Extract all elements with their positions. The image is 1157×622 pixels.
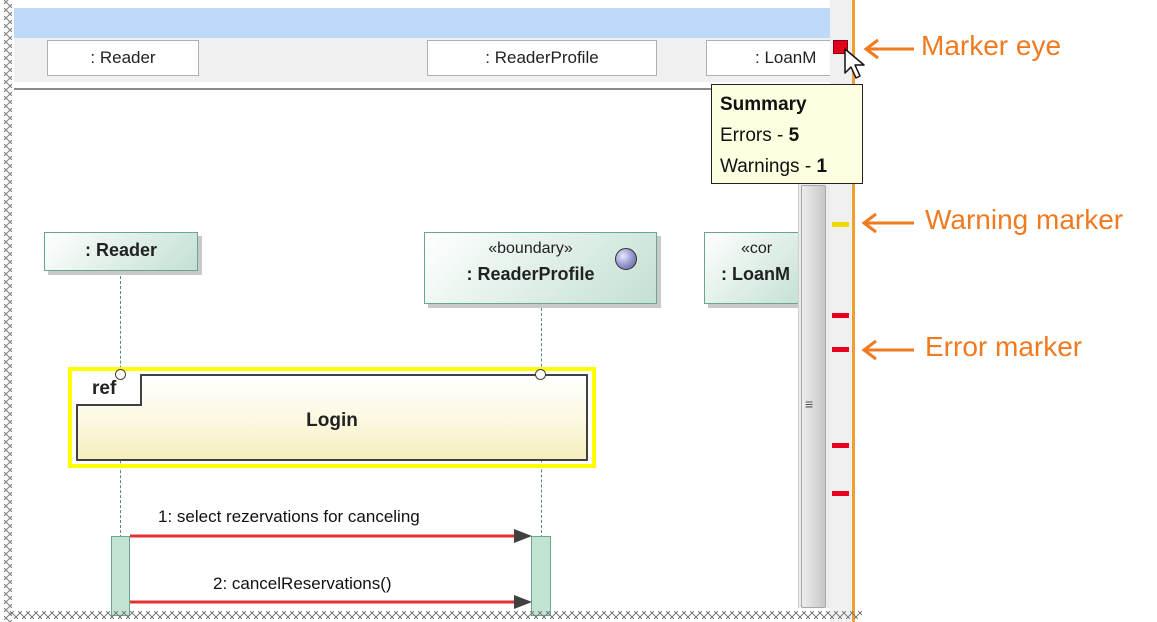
error-marker[interactable]: [832, 347, 849, 352]
warning-marker[interactable]: [832, 222, 849, 227]
error-marker[interactable]: [832, 443, 849, 448]
activation-readerprofile[interactable]: [531, 536, 551, 616]
tooltip-errors-label: Errors -: [720, 125, 789, 146]
torn-edge-bottom: [10, 608, 862, 622]
callout-arrow-warning-marker: [861, 212, 914, 234]
ref-frame-name: Login: [306, 410, 358, 431]
lifeline-reader-name: : Reader: [84, 240, 158, 260]
lifeline-loanmanager-name: : LoanM: [721, 264, 790, 284]
diagram-title-strip: [14, 8, 852, 38]
callout-warning-marker: Warning marker: [925, 204, 1124, 235]
header-box-readerprofile[interactable]: : ReaderProfile: [427, 40, 657, 76]
lifeline-loanmanager-head[interactable]: «cor : LoanM: [704, 232, 804, 304]
tooltip-title: Summary: [720, 94, 807, 115]
message-1-label: 1: select rezervations for canceling: [158, 507, 420, 526]
tooltip-warnings-label: Warnings -: [720, 156, 817, 177]
tooltip-warnings-row: Warnings - 1: [720, 151, 862, 182]
message-2-label: 2: cancelReservations(): [213, 574, 392, 593]
boundary-icon: [615, 248, 637, 270]
ref-covered-point-reader: [115, 369, 126, 380]
header-box-reader[interactable]: : Reader: [47, 40, 199, 76]
summary-tooltip: Summary Errors - 5 Warnings - 1: [711, 84, 863, 184]
ref-frame-tag: ref: [76, 374, 142, 406]
grip-lines-icon: ≡: [805, 396, 814, 412]
lifeline-loanmanager-stereotype: «cor: [741, 240, 773, 257]
ref-frame-login[interactable]: Login: [76, 374, 588, 461]
callout-error-marker: Error marker: [925, 331, 1083, 362]
callout-marker-eye: Marker eye: [921, 30, 1062, 61]
lifeline-reader-head[interactable]: : Reader: [44, 232, 198, 271]
error-marker[interactable]: [832, 491, 849, 496]
header-box-loanmanager[interactable]: : LoanM: [706, 40, 833, 76]
lifeline-readerprofile-head[interactable]: «boundary» : ReaderProfile: [424, 232, 657, 304]
tooltip-errors-row: Errors - 5: [720, 120, 862, 151]
callout-arrow-marker-eye: [863, 38, 914, 60]
ref-covered-point-readerprofile: [535, 369, 546, 380]
error-marker[interactable]: [832, 313, 849, 318]
callout-arrow-error-marker: [861, 339, 914, 361]
tooltip-warnings-count: 1: [816, 156, 828, 177]
message-1-arrow[interactable]: [128, 526, 534, 546]
tooltip-errors-count: 5: [788, 125, 800, 146]
